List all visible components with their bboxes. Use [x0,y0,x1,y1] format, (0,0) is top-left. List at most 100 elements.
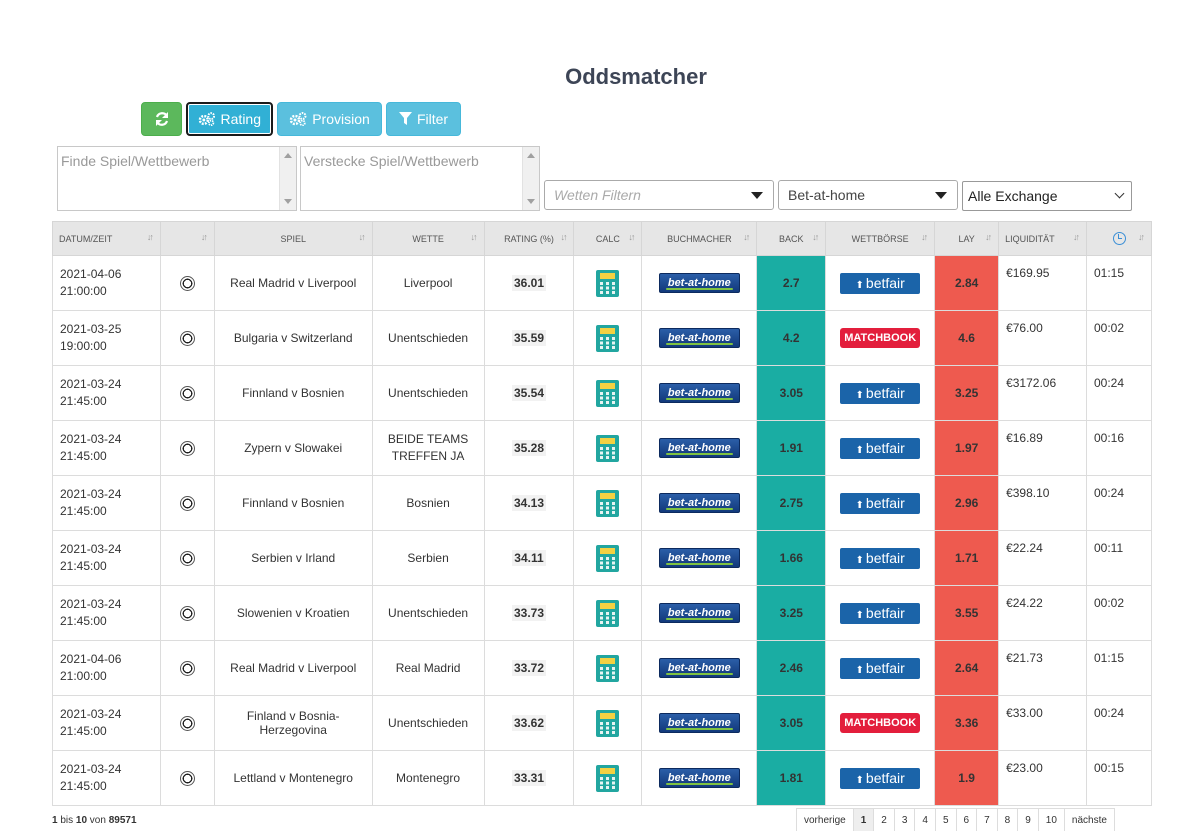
bet-at-home-logo[interactable]: bet-at-home [658,658,740,678]
exchange-cell[interactable]: ⬆ betfair [825,640,936,696]
hide-match-input[interactable]: Verstecke Spiel/Wettbewerb [300,146,540,211]
scrollbar[interactable] [279,147,296,210]
table-row[interactable]: 2021-03-25 19:00:00 Bulgaria v Switzerlan… [52,310,1152,366]
pager-page[interactable]: 6 [955,808,977,831]
bet-at-home-logo[interactable]: bet-at-home [658,548,740,568]
rating-button[interactable]: Rating [186,102,273,136]
exchange-cell[interactable]: ⬆ betfair [825,530,936,586]
calc-cell[interactable] [573,475,643,531]
calculator-icon[interactable] [596,654,620,682]
pager-page[interactable]: 7 [976,808,997,831]
bet-at-home-logo[interactable]: bet-at-home [658,768,740,788]
calculator-icon[interactable] [596,599,620,627]
pager-prev[interactable]: vorherige [796,808,853,831]
calc-cell[interactable] [573,255,643,311]
betfair-logo[interactable]: ⬆ betfair [840,437,921,459]
bookmaker-cell[interactable]: bet-at-home [641,365,758,421]
exchange-cell[interactable]: ⬆ betfair [825,750,936,806]
header-calc[interactable]: CALC ↓↑ [573,221,643,256]
calculator-icon[interactable] [596,434,620,462]
matchbook-logo[interactable]: MATCHBOOK [840,713,921,733]
calculator-icon[interactable] [596,764,620,792]
bet-at-home-logo[interactable]: bet-at-home [658,383,740,403]
exchange-cell[interactable]: MATCHBOOK [825,310,936,366]
header-buchmacher[interactable]: BUCHMACHER ↓↑ [641,221,758,256]
calc-cell[interactable] [573,640,643,696]
exchange-cell[interactable]: ⬆ betfair [825,585,936,641]
refresh-button[interactable] [141,102,182,136]
betfair-logo[interactable]: ⬆ betfair [840,767,921,789]
exchange-cell[interactable]: ⬆ betfair [825,365,936,421]
table-row[interactable]: 2021-03-24 21:45:00 Serbien v Irland Serb… [52,530,1152,586]
bookmaker-cell[interactable]: bet-at-home [641,310,758,366]
bookmaker-cell[interactable]: bet-at-home [641,475,758,531]
header-back[interactable]: BACK ↓↑ [756,221,827,256]
bookmaker-cell[interactable]: bet-at-home [641,695,758,751]
calculator-icon[interactable] [596,379,620,407]
header-lay[interactable]: LAY ↓↑ [934,221,1000,256]
pager-next[interactable]: nächste [1063,808,1115,831]
bookmaker-cell[interactable]: bet-at-home [641,530,758,586]
betfair-logo[interactable]: ⬆ betfair [840,492,921,514]
pager-page[interactable]: 10 [1037,808,1064,831]
exchange-cell[interactable]: MATCHBOOK [825,695,936,751]
bookmaker-cell[interactable]: bet-at-home [641,420,758,476]
exchange-cell[interactable]: ⬆ betfair [825,475,936,531]
table-row[interactable]: 2021-03-24 21:45:00 Finnland v Bosnien Bo… [52,475,1152,531]
pager-page[interactable]: 1 [852,808,874,831]
bookmaker-cell[interactable]: bet-at-home [641,750,758,806]
pager-page[interactable]: 9 [1017,808,1038,831]
pager-page[interactable]: 5 [934,808,956,831]
header-wettborse[interactable]: WETTBÖRSE ↓↑ [825,221,936,256]
bookmaker-cell[interactable]: bet-at-home [641,255,758,311]
header-liquiditat[interactable]: LIQUIDITÄT ↓↑ [998,221,1087,256]
calculator-icon[interactable] [596,709,620,737]
table-row[interactable]: 2021-03-24 21:45:00 Slowenien v Kroatien … [52,585,1152,641]
table-row[interactable]: 2021-03-24 21:45:00 Finnland v Bosnien Un… [52,365,1152,421]
provision-button[interactable]: Provision [277,102,382,136]
betfair-logo[interactable]: ⬆ betfair [840,602,921,624]
pager-page[interactable]: 3 [893,808,915,831]
calc-cell[interactable] [573,365,643,421]
exchange-select[interactable]: Alle Exchange [962,181,1132,211]
betfair-logo[interactable]: ⬆ betfair [840,272,921,294]
bets-filter-select[interactable]: Wetten Filtern [544,180,774,210]
calculator-icon[interactable] [596,544,620,572]
bet-at-home-logo[interactable]: bet-at-home [658,273,740,293]
header-spiel[interactable]: SPIEL ↓↑ [213,221,373,256]
betfair-logo[interactable]: ⬆ betfair [840,382,921,404]
bet-at-home-logo[interactable]: bet-at-home [658,713,740,733]
table-row[interactable]: 2021-03-24 21:45:00 Zypern v Slowakei BEI… [52,420,1152,476]
bet-at-home-logo[interactable]: bet-at-home [658,438,740,458]
header-sport[interactable]: ↓↑ [159,221,215,256]
table-row[interactable]: 2021-03-24 21:45:00 Finland v Bosnia-Herz… [52,695,1152,751]
table-row[interactable]: 2021-03-24 21:45:00 Lettland v Montenegro… [52,750,1152,806]
header-datum[interactable]: DATUM/ZEIT ↓↑ [52,221,161,256]
calc-cell[interactable] [573,420,643,476]
table-row[interactable]: 2021-04-06 21:00:00 Real Madrid v Liverpo… [52,640,1152,696]
find-match-input[interactable]: Finde Spiel/Wettbewerb [57,146,297,211]
table-row[interactable]: 2021-04-06 21:00:00 Real Madrid v Liverpo… [52,255,1152,311]
bet-at-home-logo[interactable]: bet-at-home [658,328,740,348]
header-rating[interactable]: RATING (%) ↓↑ [483,221,575,256]
exchange-cell[interactable]: ⬆ betfair [825,420,936,476]
calc-cell[interactable] [573,530,643,586]
filter-button[interactable]: Filter [386,102,461,136]
header-wette[interactable]: WETTE ↓↑ [371,221,485,256]
matchbook-logo[interactable]: MATCHBOOK [840,328,921,348]
calc-cell[interactable] [573,695,643,751]
pager-page[interactable]: 8 [996,808,1018,831]
scrollbar[interactable] [522,147,539,210]
pager-page[interactable]: 4 [914,808,935,831]
betfair-logo[interactable]: ⬆ betfair [840,657,921,679]
bet-at-home-logo[interactable]: bet-at-home [658,493,740,513]
calc-cell[interactable] [573,585,643,641]
calculator-icon[interactable] [596,324,620,352]
bookmaker-select[interactable]: Bet-at-home [778,180,958,210]
calc-cell[interactable] [573,310,643,366]
pager-page[interactable]: 2 [873,808,894,831]
exchange-cell[interactable]: ⬆ betfair [825,255,936,311]
bookmaker-cell[interactable]: bet-at-home [641,585,758,641]
bookmaker-cell[interactable]: bet-at-home [641,640,758,696]
bet-at-home-logo[interactable]: bet-at-home [658,603,740,623]
